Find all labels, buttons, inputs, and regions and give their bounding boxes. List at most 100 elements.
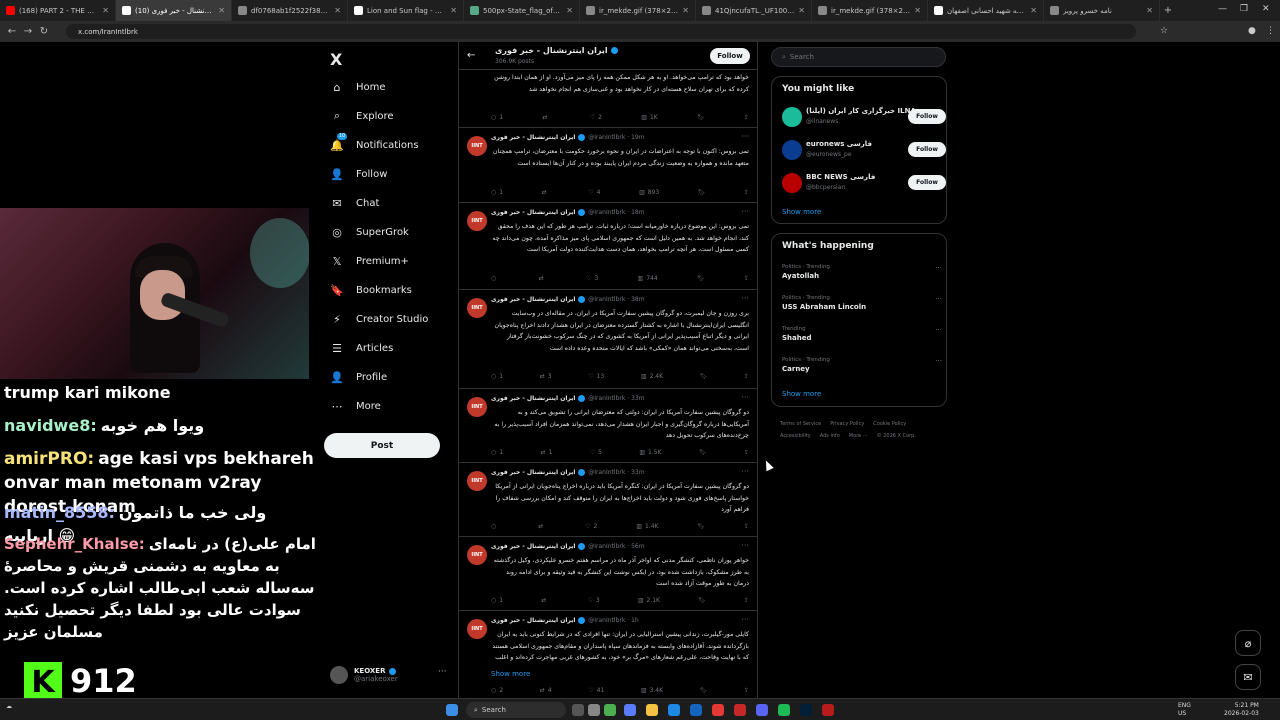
app-icon[interactable] [734, 704, 746, 716]
app-icon[interactable] [690, 704, 702, 716]
reply-button[interactable]: ○ 2 [491, 687, 503, 694]
photoshop-icon[interactable] [800, 704, 812, 716]
follow-button[interactable]: Follow [710, 48, 750, 64]
reply-button[interactable]: ○ [491, 523, 499, 530]
more-icon[interactable]: ··· [935, 295, 942, 303]
browser-tab[interactable]: ir_mekde.gif (378×216) ✕ [580, 0, 696, 21]
trend-item[interactable]: Politics · Trending USS Abraham Lincoln ··… [782, 295, 942, 317]
show-more-link[interactable]: Show more [782, 390, 821, 398]
share-icon[interactable]: ⇪ [744, 114, 749, 121]
tweet[interactable]: خواهد بود که ترامپ می‌خواهد. او به هر شک… [459, 70, 757, 128]
profile-icon[interactable]: ● [1248, 26, 1256, 36]
more-icon[interactable]: ··· [935, 326, 942, 334]
file-explorer-icon[interactable] [646, 704, 658, 716]
forward-icon[interactable]: → [20, 26, 36, 37]
more-icon[interactable]: ··· [741, 393, 749, 402]
show-more-link[interactable]: Show more [491, 670, 530, 678]
nav-profile[interactable]: 👤 Profile [330, 370, 387, 384]
nav-explore[interactable]: ⌕ Explore [330, 109, 394, 123]
close-icon[interactable]: ✕ [566, 6, 573, 15]
footer-link[interactable]: Accessibility [780, 433, 811, 439]
nav-premium[interactable]: 𝕏 Premium+ [330, 254, 409, 268]
retweet-button[interactable]: ⇄ [542, 114, 550, 121]
close-icon[interactable]: ✕ [682, 6, 689, 15]
trend-item[interactable]: Politics · Trending Carney ··· [782, 357, 942, 379]
menu-icon[interactable]: ⋮ [1266, 26, 1275, 36]
follow-button[interactable]: Follow [908, 142, 946, 157]
reply-button[interactable]: ○ 1 [491, 597, 503, 604]
more-icon[interactable]: ··· [741, 132, 749, 141]
bookmark-button[interactable]: 🔖︎ [698, 597, 706, 604]
spotify-icon[interactable] [778, 704, 790, 716]
browser-tab[interactable]: Lion and Sun flag - Wikipedia✕ [348, 0, 464, 21]
reply-button[interactable]: ○ 1 [491, 114, 503, 121]
tweet[interactable]: IINT ایران اینترنشنال - خبر فوری @IranIn… [459, 463, 757, 537]
close-icon[interactable]: ✕ [798, 6, 805, 15]
close-icon[interactable]: ✕ [218, 6, 225, 15]
weather-widget[interactable]: ☁ [6, 703, 12, 710]
like-button[interactable]: ♡ 4 [588, 189, 600, 196]
views-button[interactable]: ▥ 744 [638, 275, 658, 282]
more-icon[interactable]: ··· [741, 615, 749, 624]
more-icon[interactable]: ··· [741, 207, 749, 216]
like-button[interactable]: ♡ 13 [588, 373, 604, 380]
retweet-button[interactable]: ⇄ 3 [540, 373, 552, 380]
tweet[interactable]: IINT ایران اینترنشنال - خبر فوری @IranIn… [459, 203, 757, 290]
app-icon[interactable] [822, 704, 834, 716]
bookmark-button[interactable]: 🔖︎ [697, 275, 705, 282]
share-icon[interactable]: ⇪ [744, 275, 749, 282]
trend-item[interactable]: Trending Shahed ··· [782, 326, 942, 348]
retweet-button[interactable]: ⇄ [538, 523, 546, 530]
close-icon[interactable]: ✕ [334, 6, 341, 15]
nav-supergrok[interactable]: ◎ SuperGrok [330, 225, 409, 239]
share-icon[interactable]: ⇪ [744, 523, 749, 530]
more-icon[interactable]: ··· [935, 264, 942, 272]
browser-tab[interactable]: ir_mekde.gif (378×216) ✕ [812, 0, 928, 21]
nav-home[interactable]: ⌂ Home [330, 80, 386, 94]
footer-link[interactable]: Ads info [820, 433, 840, 439]
reply-button[interactable]: ○ 1 [491, 449, 503, 456]
retweet-button[interactable]: ⇄ [542, 189, 550, 196]
more-icon[interactable]: ··· [741, 294, 749, 303]
close-icon[interactable]: ✕ [1146, 6, 1153, 15]
windows-start-icon[interactable] [446, 704, 458, 716]
close-icon[interactable]: ✕ [450, 6, 457, 15]
follow-button[interactable]: Follow [908, 109, 946, 124]
search-input[interactable]: ⌕ Search [771, 47, 946, 67]
retweet-button[interactable]: ⇄ 1 [540, 449, 552, 456]
browser-tab[interactable]: (168) PART 2 - THE UNSEEN ...✕ [0, 0, 116, 21]
more-icon[interactable]: ··· [741, 467, 749, 476]
x-logo-icon[interactable]: X [330, 50, 342, 69]
more-icon[interactable]: ··· [438, 667, 447, 677]
show-more-link[interactable]: Show more [782, 208, 821, 216]
more-icon[interactable]: ··· [935, 357, 942, 365]
footer-link[interactable]: Privacy Policy [830, 421, 864, 427]
reply-button[interactable]: ○ 1 [491, 373, 503, 380]
suggestion-item[interactable]: خبرگزاری کار ایران (ایلنا) ILNA @ilnanew… [782, 105, 946, 129]
taskbar-search[interactable]: ⌕ Search [466, 702, 566, 718]
share-icon[interactable]: ⇪ [744, 373, 749, 380]
tweet[interactable]: IINT ایران اینترنشنال - خبر فوری @IranIn… [459, 128, 757, 203]
maximize-icon[interactable]: ❐ [1240, 4, 1248, 14]
messages-icon[interactable]: ✉ [1235, 664, 1261, 690]
task-view-icon[interactable] [572, 704, 584, 716]
like-button[interactable]: ♡ 3 [586, 275, 598, 282]
nav-chat[interactable]: ✉ Chat [330, 196, 379, 210]
follow-button[interactable]: Follow [908, 175, 946, 190]
bookmark-button[interactable]: 🔖︎ [698, 189, 706, 196]
retweet-button[interactable]: ⇄ 4 [540, 687, 552, 694]
close-icon[interactable]: ✕ [1030, 6, 1037, 15]
discord-icon[interactable] [756, 704, 768, 716]
minimize-icon[interactable]: — [1218, 4, 1227, 14]
tweet[interactable]: IINT ایران اینترنشنال - خبر فوری @IranIn… [459, 290, 757, 389]
browser-tab[interactable]: df0768ab1f2522f382bc8613...✕ [232, 0, 348, 21]
reload-icon[interactable]: ↻ [36, 26, 52, 37]
bookmark-button[interactable]: 🔖︎ [700, 373, 708, 380]
close-icon[interactable]: ✕ [914, 6, 921, 15]
views-button[interactable]: ▥ 1K [641, 114, 657, 121]
system-tray-language[interactable]: ENG US [1178, 702, 1191, 718]
bookmark-button[interactable]: 🔖︎ [700, 687, 708, 694]
tweet[interactable]: IINT ایران اینترنشنال - خبر فوری @IranIn… [459, 611, 757, 698]
bookmark-star-icon[interactable]: ☆ [1160, 26, 1168, 36]
nav-bookmarks[interactable]: 🔖 Bookmarks [330, 283, 412, 297]
